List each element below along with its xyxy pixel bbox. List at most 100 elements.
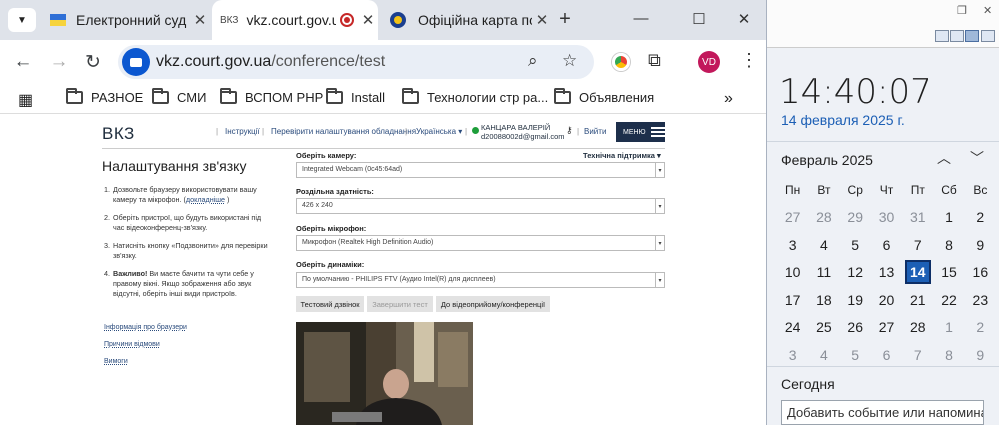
- full-date-link[interactable]: 14 февраля 2025 г.: [781, 112, 905, 128]
- calendar-day[interactable]: 23: [965, 292, 996, 308]
- calendar-day[interactable]: 20: [871, 292, 902, 308]
- bookmark-folder[interactable]: Install: [326, 88, 385, 105]
- more-menu-icon[interactable]: ⋮: [740, 50, 758, 71]
- month-label[interactable]: Февраль 2025: [781, 152, 873, 168]
- calendar-day[interactable]: 21: [902, 292, 933, 308]
- calendar-day[interactable]: 4: [808, 347, 839, 363]
- zoom-icon[interactable]: ⌕: [528, 51, 538, 71]
- resolution-select[interactable]: 426 x 240 ▾: [296, 198, 665, 214]
- calendar-day[interactable]: 27: [871, 319, 902, 335]
- calendar-day[interactable]: 6: [871, 347, 902, 363]
- refusal-reasons-link[interactable]: Причини відмови: [104, 341, 160, 348]
- calendar-day[interactable]: 25: [808, 319, 839, 335]
- bookmark-folder[interactable]: Технологии стр ра...: [402, 88, 548, 105]
- menu-button[interactable]: МЕНЮ: [616, 122, 665, 142]
- calendar-day[interactable]: 28: [808, 209, 839, 225]
- calendar-day[interactable]: 4: [808, 237, 839, 253]
- view-person-icon[interactable]: [965, 30, 979, 42]
- logout-link[interactable]: Вийти: [584, 127, 606, 136]
- speakers-select[interactable]: По умолчанию - PHILIPS FTV (Аудио Intel(…: [296, 272, 665, 288]
- camera-select[interactable]: Integrated Webcam (0c45:64ad) ▾: [296, 162, 665, 178]
- bookmark-folder[interactable]: Объявления: [554, 88, 654, 105]
- calendar-day[interactable]: 9: [965, 347, 996, 363]
- view-week-icon[interactable]: [950, 30, 964, 42]
- key-icon[interactable]: ⚷: [566, 125, 573, 136]
- calendar-day[interactable]: 8: [933, 347, 964, 363]
- calendar-day[interactable]: 10: [777, 264, 808, 280]
- end-test-button[interactable]: Завершити тест: [367, 296, 433, 312]
- calendar-day[interactable]: 31: [902, 209, 933, 225]
- calendar-day[interactable]: 15: [933, 264, 964, 280]
- calendar-day[interactable]: 5: [840, 237, 871, 253]
- nav-instructions-link[interactable]: Інструкції: [225, 127, 260, 136]
- calendar-day[interactable]: 13: [871, 264, 902, 280]
- site-logo[interactable]: ВКЗ: [102, 124, 135, 144]
- calendar-day[interactable]: 30: [871, 209, 902, 225]
- chevron-down-icon[interactable]: ﹀: [970, 148, 984, 168]
- view-day-icon[interactable]: [935, 30, 949, 42]
- calendar-day[interactable]: 26: [840, 319, 871, 335]
- calendar-day[interactable]: 27: [777, 209, 808, 225]
- back-button[interactable]: ←: [12, 51, 34, 73]
- minimize-button[interactable]: —: [630, 10, 652, 27]
- calendar-day[interactable]: 12: [840, 264, 871, 280]
- requirements-link[interactable]: Вимоги: [104, 358, 128, 365]
- bookmarks-overflow-button[interactable]: »: [724, 90, 733, 108]
- bookmark-folder[interactable]: СМИ: [152, 88, 206, 105]
- tech-support-dropdown[interactable]: Технічна підтримка ▾: [583, 151, 661, 160]
- forward-button[interactable]: →: [48, 51, 70, 73]
- calendar-day-today[interactable]: 14: [902, 260, 933, 285]
- calendar-day[interactable]: 6: [871, 237, 902, 253]
- calendar-day[interactable]: 3: [777, 347, 808, 363]
- add-event-input[interactable]: Добавить событие или напоминание: [781, 400, 984, 425]
- bookmark-folder[interactable]: РАЗНОЕ: [66, 88, 143, 105]
- calendar-day[interactable]: 17: [777, 292, 808, 308]
- calendar-day[interactable]: 7: [902, 347, 933, 363]
- calendar-day[interactable]: 1: [933, 319, 964, 335]
- microphone-select[interactable]: Микрофон (Realtek High Definition Audio)…: [296, 235, 665, 251]
- tab-electronic-court[interactable]: Електронний суд ✕: [42, 0, 210, 40]
- url-text[interactable]: vkz.court.gov.ua/conference/test: [156, 53, 385, 71]
- maximize-button[interactable]: ☐: [688, 10, 710, 28]
- go-to-conference-button[interactable]: До відеоприйому/конференції: [436, 296, 550, 312]
- calendar-day[interactable]: 28: [902, 319, 933, 335]
- view-grid-icon[interactable]: [981, 30, 995, 42]
- profile-avatar[interactable]: VD: [698, 51, 720, 73]
- tab-search-button[interactable]: ▼: [8, 8, 36, 32]
- window-restore-icon[interactable]: ❐: [957, 4, 967, 17]
- extension-color-icon[interactable]: [612, 53, 630, 71]
- tab-vkz-active[interactable]: ВКЗ vkz.court.gov.ua/c ✕: [212, 0, 378, 40]
- nav-check-settings-link[interactable]: Перевірити налаштування обладнання: [271, 127, 416, 136]
- tab-official-map[interactable]: Офіційна карта по ✕: [384, 0, 552, 40]
- calendar-day[interactable]: 8: [933, 237, 964, 253]
- calendar-day[interactable]: 16: [965, 264, 996, 280]
- calendar-day[interactable]: 1: [933, 209, 964, 225]
- browser-info-link[interactable]: Інформація про браузери: [104, 324, 187, 331]
- test-call-button[interactable]: Тестовий дзвінок: [296, 296, 364, 312]
- reload-button[interactable]: ↻: [82, 51, 104, 74]
- calendar-day[interactable]: 9: [965, 237, 996, 253]
- calendar-day[interactable]: 7: [902, 237, 933, 253]
- close-tab-icon[interactable]: ✕: [358, 10, 378, 30]
- calendar-day[interactable]: 24: [777, 319, 808, 335]
- bookmark-folder[interactable]: ВСПОМ PHP: [220, 88, 323, 105]
- calendar-day[interactable]: 3: [777, 237, 808, 253]
- calendar-day[interactable]: 11: [808, 264, 839, 280]
- language-select[interactable]: Українська ▾: [416, 127, 462, 136]
- bookmark-star-icon[interactable]: ☆: [562, 51, 577, 71]
- calendar-day[interactable]: 18: [808, 292, 839, 308]
- calendar-day[interactable]: 22: [933, 292, 964, 308]
- apps-grid-icon[interactable]: ▦: [18, 90, 33, 110]
- more-details-link[interactable]: докладніше: [186, 195, 225, 204]
- close-window-button[interactable]: ✕: [733, 10, 755, 28]
- user-info[interactable]: КАНЦАРА ВАЛЕРІЙ d20088002d@gmail.com: [481, 123, 565, 141]
- close-tab-icon[interactable]: ✕: [532, 10, 552, 30]
- calendar-day[interactable]: 2: [965, 319, 996, 335]
- calendar-day[interactable]: 2: [965, 209, 996, 225]
- chevron-up-icon[interactable]: ︿: [937, 148, 951, 168]
- extensions-puzzle-icon[interactable]: ⧉: [648, 50, 661, 71]
- new-tab-button[interactable]: +: [554, 8, 576, 31]
- close-tab-icon[interactable]: ✕: [190, 10, 210, 30]
- calendar-day[interactable]: 5: [840, 347, 871, 363]
- calendar-day[interactable]: 19: [840, 292, 871, 308]
